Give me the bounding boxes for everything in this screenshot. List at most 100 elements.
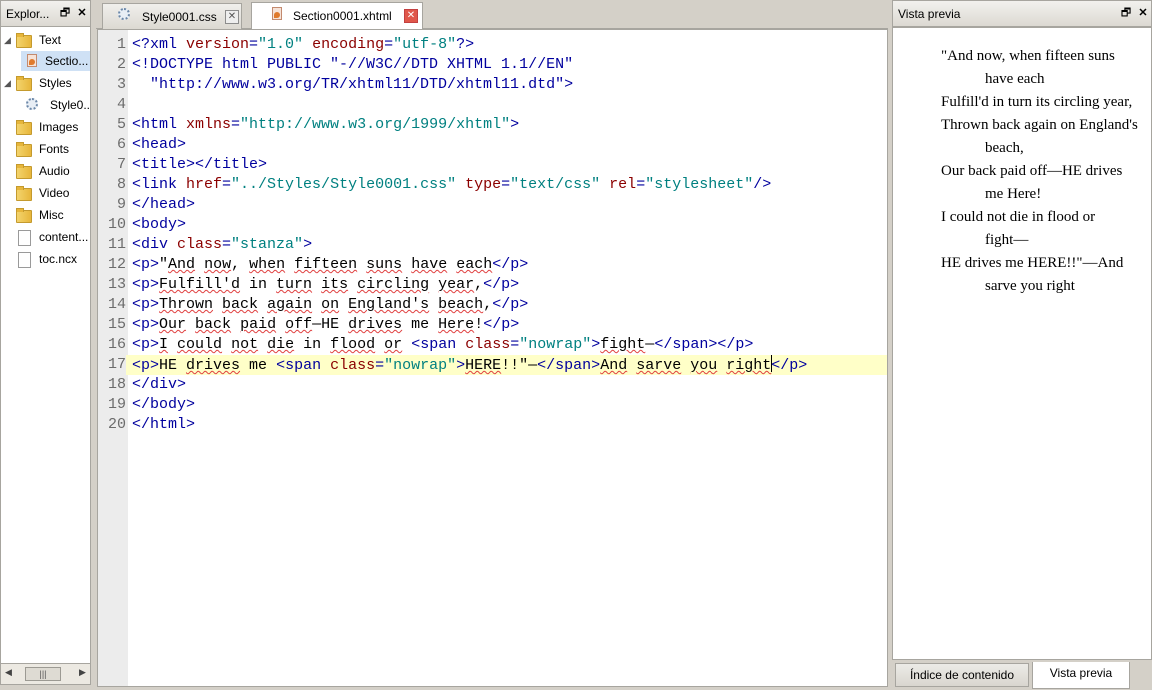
book-browser-tree: ◢ Text Sectio... ◢ Styles Style0... Imag… [0, 27, 91, 663]
code-text[interactable]: <p>I could not die in flood or <span cla… [132, 335, 753, 355]
line-number: 3 [98, 75, 126, 95]
scrollbar-thumb[interactable]: ||| [25, 667, 61, 681]
code-line[interactable]: 19 </body> [98, 395, 887, 415]
code-line[interactable]: 11 <div class="stanza"> [98, 235, 887, 255]
code-text[interactable]: </html> [132, 415, 195, 435]
css-file-icon [116, 7, 132, 23]
code-text[interactable]: <p>Thrown back again on England's beach,… [132, 295, 528, 315]
line-number: 13 [98, 275, 126, 295]
code-line[interactable]: 6 <head> [98, 135, 887, 155]
code-line[interactable]: 10 <body> [98, 215, 887, 235]
tab-style0001-css[interactable]: Style0001.css ✕ [102, 3, 242, 29]
tab-section0001-xhtml[interactable]: Section0001.xhtml ✕ [251, 2, 423, 29]
code-line-current[interactable]: 17 <p>HE drives me <span class="nowrap">H… [98, 355, 887, 375]
line-number: 7 [98, 155, 126, 175]
code-text[interactable]: <p>HE drives me <span class="nowrap">HER… [132, 355, 807, 376]
code-text[interactable]: <!DOCTYPE html PUBLIC "-//W3C//DTD XHTML… [132, 55, 573, 75]
code-text[interactable]: <html xmlns="http://www.w3.org/1999/xhtm… [132, 115, 519, 135]
xhtml-file-icon [24, 53, 40, 69]
editor-tab-bar: Style0001.css ✕ Section0001.xhtml ✕ [96, 0, 888, 29]
code-line[interactable]: 8 <link href="../Styles/Style0001.css" ty… [98, 175, 887, 195]
code-text[interactable]: <p>Fulfill'd in turn its circling year,<… [132, 275, 519, 295]
stanza-line-text: "And now, when fifteen suns have each [941, 48, 1115, 87]
code-text[interactable]: "http://www.w3.org/TR/xhtml11/DTD/xhtml1… [132, 75, 573, 95]
close-icon[interactable]: ✕ [1137, 7, 1149, 19]
code-text[interactable]: <p>"And now, when fifteen suns have each… [132, 255, 528, 275]
code-text[interactable]: <p>Our back paid off—HE drives me Here!<… [132, 315, 519, 335]
tree-item-label: content... [39, 230, 89, 244]
folder-icon [16, 186, 32, 201]
code-line[interactable]: 13 <p>Fulfill'd in turn its circling year… [98, 275, 887, 295]
code-line[interactable]: 5 <html xmlns="http://www.w3.org/1999/xht… [98, 115, 887, 135]
tab-label: Style0001.css [142, 10, 217, 24]
stanza-nowrap-text: fight— [985, 232, 1029, 248]
tab-indice-de-contenido[interactable]: Índice de contenido [895, 663, 1029, 687]
expand-triangle-icon[interactable]: ◢ [4, 30, 12, 50]
code-line[interactable]: 9 </head> [98, 195, 887, 215]
stanza: "And now, when fifteen suns have each Fu… [941, 45, 1141, 298]
tab-label: Section0001.xhtml [293, 9, 392, 23]
tab-label: Índice de contenido [909, 668, 1015, 682]
line-number: 1 [98, 35, 126, 55]
tree-item-section0001[interactable]: Sectio... [21, 51, 90, 71]
float-icon[interactable]: 🗗 [59, 7, 71, 19]
scroll-right-icon[interactable]: ▶ [79, 667, 86, 678]
folder-icon [16, 33, 32, 48]
stanza-line: Fulfill'd in turn its circling year, [941, 91, 1141, 114]
code-line[interactable]: 1 <?xml version="1.0" encoding="utf-8"?> [98, 35, 887, 55]
code-line[interactable]: 4 [98, 95, 887, 115]
preview-panel: Vista previa 🗗 ✕ "And now, when fifteen … [892, 0, 1152, 690]
code-area[interactable]: 1 <?xml version="1.0" encoding="utf-8"?> … [97, 29, 888, 687]
stanza-line-text: Our back paid off—HE drives me Here! [941, 163, 1123, 202]
close-icon[interactable]: ✕ [76, 7, 88, 19]
line-number: 6 [98, 135, 126, 155]
code-line[interactable]: 20 </html> [98, 415, 887, 435]
css-file-icon [24, 97, 40, 113]
code-line[interactable]: 3 "http://www.w3.org/TR/xhtml11/DTD/xhtm… [98, 75, 887, 95]
code-editor-panel: Style0001.css ✕ Section0001.xhtml ✕ 1 <?x… [96, 0, 888, 690]
folder-icon [16, 142, 32, 157]
code-line[interactable]: 7 <title></title> [98, 155, 887, 175]
code-text[interactable]: <link href="../Styles/Style0001.css" typ… [132, 175, 771, 195]
tree-item-label: Images [39, 120, 79, 134]
stanza-line-text: Fulfill'd in turn its circling year, [941, 94, 1133, 110]
code-text[interactable]: <?xml version="1.0" encoding="utf-8"?> [132, 35, 474, 55]
tab-vista-previa[interactable]: Vista previa [1032, 662, 1130, 689]
code-text[interactable]: <head> [132, 135, 186, 155]
explorer-horizontal-scrollbar[interactable]: ◀ ||| ▶ [0, 663, 91, 685]
tree-item-label: Styles [39, 76, 72, 90]
line-number: 4 [98, 95, 126, 115]
tab-label: Vista previa [1049, 666, 1113, 680]
code-lines[interactable]: 1 <?xml version="1.0" encoding="utf-8"?> … [98, 35, 887, 435]
line-number: 9 [98, 195, 126, 215]
float-icon[interactable]: 🗗 [1120, 7, 1132, 19]
stanza-line-text: HE drives me [941, 255, 1028, 271]
tree-item-label: Fonts [39, 142, 70, 156]
stanza-line-text: Thrown back again on England's beach, [941, 117, 1138, 156]
close-tab-icon[interactable]: ✕ [404, 9, 418, 23]
line-number: 15 [98, 315, 126, 335]
code-line[interactable]: 18 </div> [98, 375, 887, 395]
code-line[interactable]: 14 <p>Thrown back again on England's beac… [98, 295, 887, 315]
expand-triangle-icon[interactable]: ◢ [4, 73, 12, 93]
line-number: 16 [98, 335, 126, 355]
explorer-title-bar: Explor... 🗗 ✕ [0, 0, 91, 27]
code-line[interactable]: 12 <p>"And now, when fifteen suns have ea… [98, 255, 887, 275]
code-line[interactable]: 15 <p>Our back paid off—HE drives me Here… [98, 315, 887, 335]
preview-content[interactable]: "And now, when fifteen suns have each Fu… [892, 27, 1152, 660]
code-line[interactable]: 16 <p>I could not die in flood or <span c… [98, 335, 887, 355]
close-tab-icon[interactable]: ✕ [225, 10, 239, 24]
code-text[interactable]: <title></title> [132, 155, 267, 175]
preview-title-bar: Vista previa 🗗 ✕ [892, 0, 1152, 27]
scroll-left-icon[interactable]: ◀ [5, 667, 12, 678]
file-icon [18, 252, 31, 268]
code-text[interactable]: </div> [132, 375, 186, 395]
stanza-line: Thrown back again on England's beach, [941, 114, 1141, 160]
code-text[interactable]: </head> [132, 195, 195, 215]
code-text[interactable]: <body> [132, 215, 186, 235]
code-line[interactable]: 2 <!DOCTYPE html PUBLIC "-//W3C//DTD XHTM… [98, 55, 887, 75]
line-number: 20 [98, 415, 126, 435]
line-number: 17 [98, 355, 126, 375]
code-text[interactable]: </body> [132, 395, 195, 415]
code-text[interactable]: <div class="stanza"> [132, 235, 312, 255]
